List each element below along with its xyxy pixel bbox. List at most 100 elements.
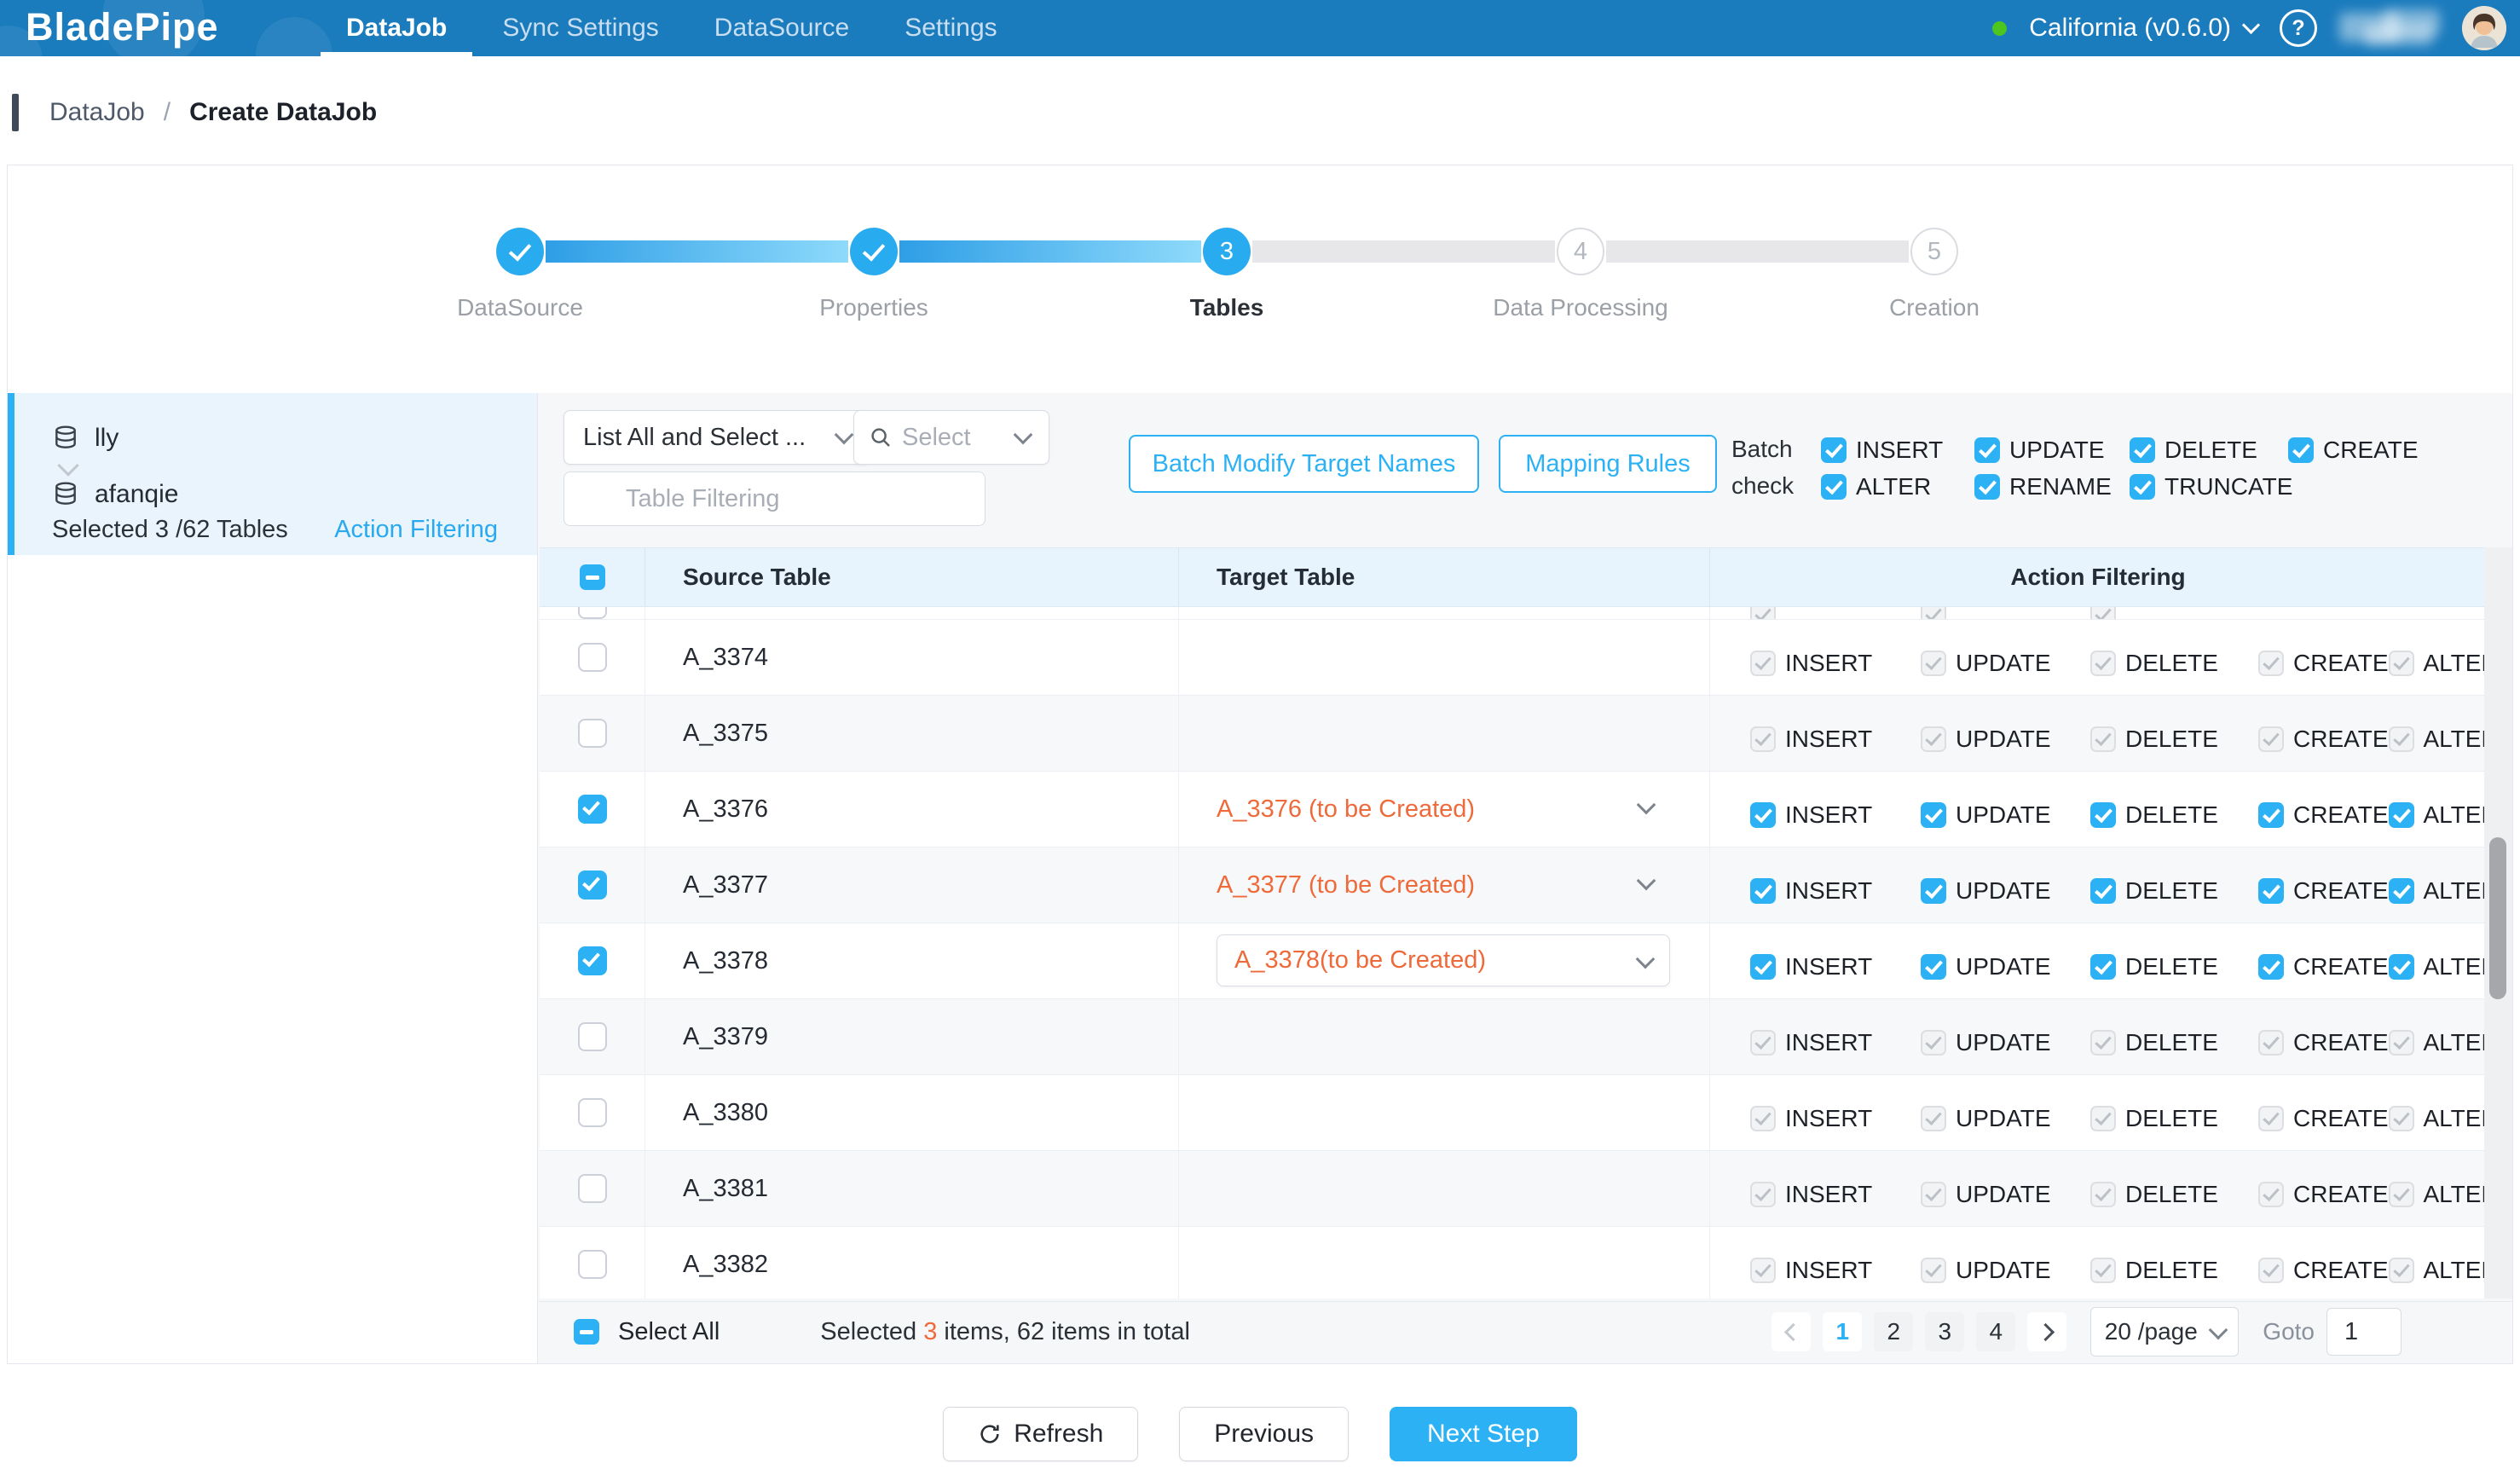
batch-checkbox-label: UPDATE (2009, 437, 2105, 464)
action-checkbox-alter[interactable] (2389, 802, 2414, 828)
column-select[interactable]: Select (853, 410, 1049, 465)
row-checkbox[interactable] (578, 871, 607, 899)
batch-checkbox-update[interactable] (1974, 437, 2000, 463)
goto-page-input[interactable] (2326, 1308, 2402, 1356)
chevron-left-icon (1784, 1322, 1802, 1340)
help-icon[interactable]: ? (2280, 9, 2317, 47)
select-all-checkbox[interactable] (574, 1319, 599, 1345)
row-checkbox[interactable] (578, 946, 607, 975)
datasource-pair[interactable]: lly afanqie Selected 3 /62 Tables Action… (8, 393, 537, 555)
action-checkbox-label: DELETE (2125, 726, 2218, 753)
action-checkbox-label: CREATE (2293, 650, 2389, 677)
action-checkbox-alter (2389, 651, 2414, 676)
scrollbar-thumb[interactable] (2489, 837, 2506, 999)
action-checkbox-label: INSERT (1785, 1105, 1872, 1132)
action-checkbox-alter[interactable] (2389, 878, 2414, 904)
action-checkbox-delete[interactable] (2090, 954, 2116, 980)
chevron-down-icon (1014, 425, 1033, 444)
action-checkbox-update[interactable] (1921, 878, 1946, 904)
target-table-name[interactable]: A_3377 (to be Created) (1217, 871, 1475, 899)
batch-checkbox-alter[interactable] (1821, 474, 1847, 500)
header-select-checkbox[interactable] (580, 564, 605, 590)
source-table-name: A_3380 (683, 1099, 768, 1127)
chevron-down-icon (2242, 16, 2260, 34)
table-row: A_3382INSERTUPDATEDELETECREATEALTERRENAM… (540, 1227, 2486, 1299)
row-checkbox[interactable] (578, 795, 607, 824)
action-checkbox-alter[interactable] (2389, 954, 2414, 980)
source-table-name: A_3379 (683, 1023, 768, 1051)
pagination-page-4[interactable]: 4 (1976, 1312, 2015, 1351)
row-checkbox[interactable] (578, 719, 607, 748)
breadcrumb-parent[interactable]: DataJob (49, 98, 145, 127)
step-connector (1252, 240, 1555, 263)
next-step-label: Next Step (1427, 1420, 1540, 1449)
breadcrumb: DataJob / Create DataJob (0, 56, 2520, 165)
region-selector[interactable]: California (v0.6.0) (2029, 14, 2257, 43)
goto-label: Goto (2263, 1318, 2315, 1345)
nav-tab-datasource[interactable]: DataSource (689, 0, 875, 56)
action-checkbox-delete[interactable] (2090, 878, 2116, 904)
action-checkbox-create (2258, 1182, 2284, 1207)
target-table-name[interactable]: A_3376 (to be Created) (1217, 795, 1475, 824)
action-checkbox-create (2258, 651, 2284, 676)
row-checkbox[interactable] (578, 643, 607, 672)
action-checkbox-label: UPDATE (1956, 1029, 2051, 1056)
batch-checkbox-create[interactable] (2288, 437, 2314, 463)
nav-tab-settings[interactable]: Settings (879, 0, 1022, 56)
row-checkbox[interactable] (578, 1098, 607, 1127)
action-checkbox-delete[interactable] (2090, 802, 2116, 828)
region-label: California (v0.6.0) (2029, 14, 2231, 43)
datasource-sidebar: lly afanqie Selected 3 /62 Tables Action… (8, 393, 538, 1363)
refresh-button[interactable]: Refresh (943, 1407, 1138, 1461)
row-checkbox[interactable] (578, 1174, 607, 1203)
batch-checkbox-label: DELETE (2165, 437, 2257, 464)
action-checkbox-create[interactable] (2258, 954, 2284, 980)
row-checkbox[interactable] (578, 1250, 607, 1279)
pagination-page-2[interactable]: 2 (1874, 1312, 1913, 1351)
action-checkbox-create (2258, 1106, 2284, 1131)
step-label-tables: Tables (1099, 294, 1355, 321)
action-checkbox-update[interactable] (1921, 802, 1946, 828)
batch-checkbox-delete[interactable] (2130, 437, 2155, 463)
action-filtering-link[interactable]: Action Filtering (334, 516, 498, 544)
column-header-target-table: Target Table (1179, 548, 1710, 606)
action-checkbox-create (2258, 726, 2284, 752)
action-checkbox-insert[interactable] (1750, 878, 1776, 904)
batch-checkbox-insert[interactable] (1821, 437, 1847, 463)
action-checkbox-update[interactable] (1921, 954, 1946, 980)
nav-tab-sync-settings[interactable]: Sync Settings (477, 0, 684, 56)
action-checkbox (1921, 607, 1946, 620)
batch-checkbox-truncate[interactable] (2130, 474, 2155, 500)
mapping-rules-button[interactable]: Mapping Rules (1499, 435, 1717, 493)
table-filter-input[interactable] (564, 471, 985, 526)
row-checkbox[interactable] (578, 1022, 607, 1051)
batch-checkbox-rename[interactable] (1974, 474, 2000, 500)
action-checkbox-create[interactable] (2258, 802, 2284, 828)
action-checkbox-insert[interactable] (1750, 802, 1776, 828)
action-checkbox-update (1921, 651, 1946, 676)
column-select-placeholder: Select (902, 424, 971, 452)
refresh-icon (978, 1422, 1002, 1446)
action-checkbox-create[interactable] (2258, 878, 2284, 904)
pagination-page-3[interactable]: 3 (1925, 1312, 1964, 1351)
batch-modify-target-names-button[interactable]: Batch Modify Target Names (1129, 435, 1479, 493)
source-database-name: lly (95, 424, 118, 453)
action-checkbox-insert[interactable] (1750, 954, 1776, 980)
list-mode-select[interactable]: List All and Select ... (564, 410, 870, 465)
pagination-pages: 1234 (1823, 1312, 2015, 1351)
nav-tab-datajob[interactable]: DataJob (321, 0, 472, 56)
page-size-select[interactable]: 20 /page (2090, 1307, 2239, 1356)
target-table-select[interactable]: A_3378(to be Created) (1217, 934, 1670, 986)
row-checkbox (578, 607, 607, 619)
action-checkbox-insert (1750, 1182, 1776, 1207)
previous-button[interactable]: Previous (1179, 1407, 1349, 1461)
app-logo[interactable]: BladePipe (26, 0, 219, 56)
pagination-next-button[interactable] (2027, 1312, 2066, 1351)
user-avatar[interactable] (2462, 6, 2506, 50)
next-step-button[interactable]: Next Step (1390, 1407, 1577, 1461)
action-checkbox-label: DELETE (2125, 953, 2218, 980)
pagination-page-1[interactable]: 1 (1823, 1312, 1862, 1351)
action-checkbox-label: INSERT (1785, 953, 1872, 980)
action-checkbox-label: CREATE (2293, 726, 2389, 753)
action-checkbox-label: UPDATE (1956, 726, 2051, 753)
